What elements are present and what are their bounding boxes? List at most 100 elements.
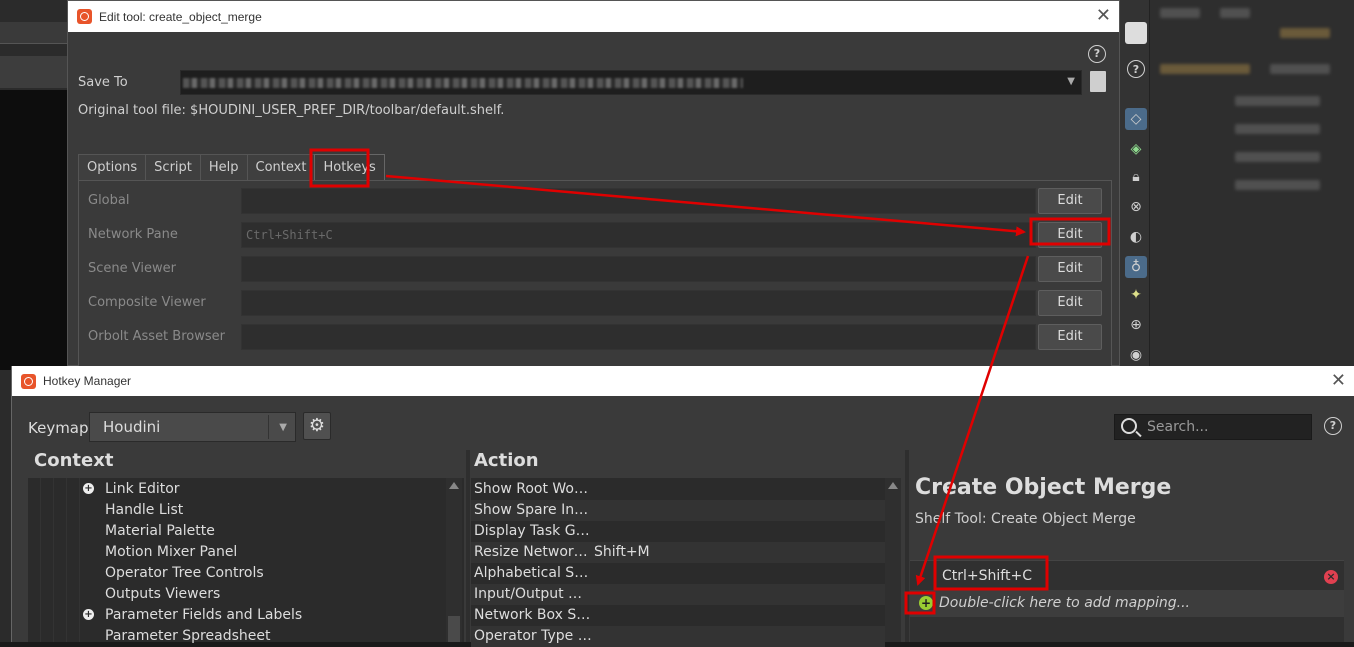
close-circle-icon[interactable]: ⊗	[1125, 196, 1147, 218]
houdini-logo-icon	[77, 9, 92, 24]
delete-icon[interactable]: ×	[1324, 570, 1338, 584]
blurred-item	[1160, 8, 1200, 18]
tree-guides	[28, 478, 88, 642]
hotkey-row: Scene Viewer Edit	[79, 256, 1113, 282]
list-item[interactable]: Show Root Wo…	[471, 479, 885, 500]
list-item[interactable]: Parameter Fields and Labels	[105, 605, 302, 626]
list-item[interactable]: Parameter Spreadsheet	[105, 626, 270, 647]
hotkey-field[interactable]	[241, 290, 1036, 316]
list-item[interactable]: Operator Tree Controls	[105, 563, 264, 584]
list-item[interactable]: Show Spare In…	[471, 500, 885, 521]
tool-square-icon[interactable]	[1125, 22, 1147, 44]
plus-icon[interactable]: +	[83, 609, 94, 620]
list-item[interactable]: Link Editor	[105, 479, 180, 500]
scroll-up-icon[interactable]	[888, 482, 898, 489]
background-toolbar	[0, 22, 68, 44]
blurred-item	[1160, 64, 1250, 74]
lock-icon[interactable]: 🔒︎	[1125, 166, 1147, 188]
close-icon[interactable]: ✕	[1331, 370, 1346, 391]
hotkey-field[interactable]	[241, 324, 1036, 350]
action-name: Network Box S…	[474, 607, 591, 623]
camera-icon[interactable]: ◉	[1125, 344, 1147, 366]
sphere-icon[interactable]: ◐	[1125, 226, 1147, 248]
hotkey-context-label: Orbolt Asset Browser	[88, 329, 225, 344]
divider	[268, 415, 269, 439]
search-input[interactable]: Search...	[1114, 414, 1312, 440]
hotkey-field[interactable]	[241, 188, 1036, 214]
edit-dialog-titlebar[interactable]: Edit tool: create_object_merge ✕	[68, 1, 1119, 32]
add-mapping-row[interactable]: + Double-click here to add mapping...	[910, 590, 1344, 617]
scroll-up-icon[interactable]	[449, 482, 459, 489]
keymap-select[interactable]: Houdini ▼	[89, 412, 296, 442]
tab-script[interactable]: Script	[145, 154, 201, 180]
hotkey-field[interactable]: Ctrl+Shift+C	[241, 222, 1036, 248]
list-item[interactable]: Network Box S…	[471, 605, 885, 626]
edit-dialog-title: Edit tool: create_object_merge	[99, 9, 262, 24]
document-icon[interactable]	[1090, 71, 1106, 92]
tab-hotkeys[interactable]: Hotkeys	[314, 154, 385, 180]
hotkey-context-label: Global	[88, 193, 130, 208]
action-name: Show Root Wo…	[474, 481, 588, 497]
keymap-value: Houdini	[103, 418, 161, 436]
save-to-field[interactable]: ▼	[180, 70, 1082, 95]
hotkeys-panel: Global Edit Network Pane Ctrl+Shift+C Ed…	[78, 180, 1112, 367]
edit-button[interactable]: Edit	[1038, 290, 1102, 316]
splitter[interactable]	[466, 450, 470, 642]
list-item[interactable]: Motion Mixer Panel	[105, 542, 237, 563]
list-item[interactable]: Alphabetical S…	[471, 563, 885, 584]
hotkey-context-label: Composite Viewer	[88, 295, 206, 310]
edit-button[interactable]: Edit	[1038, 256, 1102, 282]
background-app-right: ? ◇ ◈ 🔒︎ ⊗ ◐ ♁ ✦ ⊕ ◉	[1120, 0, 1354, 370]
add-mapping-text: Double-click here to add mapping...	[939, 595, 1190, 611]
add-icon[interactable]: +	[919, 596, 933, 610]
mapping-hotkey[interactable]: Ctrl+Shift+C	[942, 568, 1032, 584]
save-to-label: Save To	[78, 75, 128, 90]
action-header: Action	[474, 450, 539, 471]
list-item[interactable]: Resize Networ… Shift+M	[471, 542, 885, 563]
help-icon[interactable]: ?	[1088, 45, 1106, 63]
mapping-row[interactable]: Ctrl+Shift+C ×	[910, 563, 1344, 590]
edit-button[interactable]: Edit	[1038, 222, 1102, 248]
scroll-thumb[interactable]	[448, 616, 460, 642]
search-icon	[1121, 418, 1137, 434]
redacted-path	[183, 78, 743, 88]
layers-icon[interactable]: ◇	[1125, 108, 1147, 130]
tab-options[interactable]: Options	[78, 154, 147, 180]
blurred-item	[1235, 124, 1320, 134]
bulb-icon[interactable]: ✦	[1125, 284, 1147, 306]
select-icon[interactable]: ◈	[1125, 138, 1147, 160]
action-list[interactable]: Show Root Wo… Show Spare In… Display Tas…	[471, 478, 901, 647]
hotkey-row: Global Edit	[79, 188, 1113, 214]
hotkey-row: Network Pane Ctrl+Shift+C Edit	[79, 222, 1113, 248]
hotkey-manager-titlebar[interactable]: Hotkey Manager ✕	[12, 366, 1354, 396]
close-icon[interactable]: ✕	[1096, 5, 1111, 26]
plus-icon[interactable]: +	[83, 483, 94, 494]
context-tree[interactable]: + Link Editor Handle List Material Palet…	[28, 478, 464, 644]
blurred-item	[1235, 180, 1320, 190]
list-item[interactable]: Operator Type …	[471, 626, 885, 647]
list-item[interactable]: Outputs Viewers	[105, 584, 220, 605]
edit-button[interactable]: Edit	[1038, 188, 1102, 214]
scrollbar[interactable]	[446, 478, 462, 642]
hotkey-context-label: Scene Viewer	[88, 261, 176, 276]
help-icon[interactable]: ?	[1324, 417, 1342, 435]
background-viewport	[0, 90, 68, 370]
gear-icon[interactable]: ⚙	[303, 412, 331, 440]
splitter[interactable]	[905, 450, 909, 642]
help-icon[interactable]: ?	[1127, 60, 1145, 78]
list-item[interactable]: Input/Output …	[471, 584, 885, 605]
dropdown-arrow-icon[interactable]: ▼	[279, 422, 287, 433]
hotkey-field[interactable]	[241, 256, 1036, 282]
pin-icon[interactable]: ⊕	[1125, 314, 1147, 336]
light-icon[interactable]: ♁	[1125, 256, 1147, 278]
mapping-list: Ctrl+Shift+C × + Double-click here to ad…	[910, 560, 1344, 642]
list-item[interactable]: Handle List	[105, 500, 183, 521]
dropdown-arrow-icon[interactable]: ▼	[1067, 76, 1075, 87]
tab-context[interactable]: Context	[246, 154, 316, 180]
list-item[interactable]: Display Task G…	[471, 521, 885, 542]
tab-help[interactable]: Help	[199, 154, 248, 180]
scrollbar[interactable]	[885, 478, 901, 642]
list-item[interactable]: Material Palette	[105, 521, 215, 542]
edit-button[interactable]: Edit	[1038, 324, 1102, 350]
blurred-item	[1235, 96, 1320, 106]
